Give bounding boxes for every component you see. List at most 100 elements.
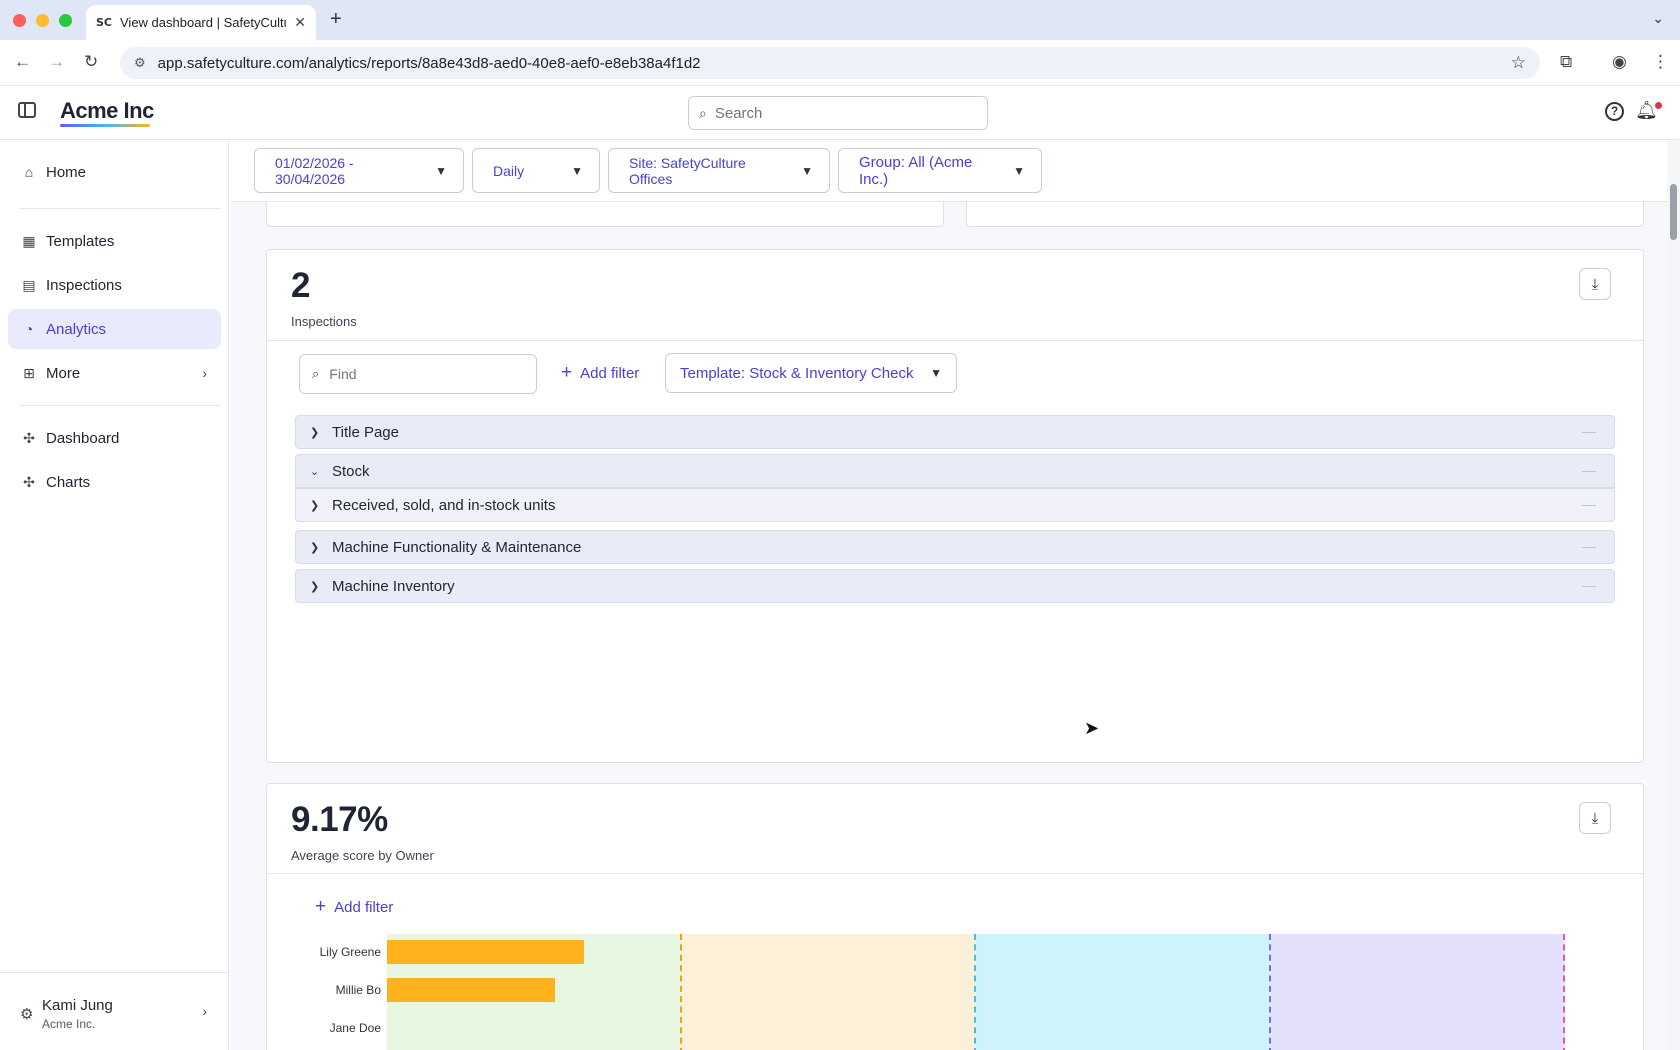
chevron-down-icon: ▼ bbox=[801, 163, 813, 178]
chart-band-1 bbox=[681, 934, 976, 1050]
sidebar-item-more[interactable]: ⊞ More › bbox=[8, 353, 221, 393]
chevron-right-icon: ❯ bbox=[310, 541, 320, 554]
average-score-card: 9.17% Average score by Owner ⤓ + Add fil… bbox=[266, 783, 1644, 1050]
section-value-dash bbox=[1582, 471, 1596, 472]
sidebar-divider bbox=[20, 405, 220, 406]
user-org: Acme Inc. bbox=[42, 1017, 96, 1031]
section-row-stock[interactable]: ⌄ Stock bbox=[295, 454, 1615, 488]
puzzle-icon: ✣ bbox=[23, 473, 35, 490]
site-value: Site: SafetyCulture Offices bbox=[629, 154, 746, 187]
help-icon[interactable]: ? bbox=[1605, 102, 1624, 121]
add-filter-button[interactable]: + Add filter bbox=[315, 896, 393, 918]
section-label: Title Page bbox=[332, 423, 399, 441]
profile-icon[interactable]: ◉ bbox=[1612, 52, 1627, 72]
url-field[interactable]: ⚙ app.safetyculture.com/analytics/report… bbox=[120, 47, 1540, 79]
user-name: Kami Jung bbox=[42, 997, 113, 1014]
section-value-dash bbox=[1582, 505, 1596, 506]
window-close-button[interactable] bbox=[13, 14, 26, 27]
section-row-title-page[interactable]: ❯ Title Page bbox=[295, 415, 1615, 449]
section-row-machine-functionality[interactable]: ❯ Machine Functionality & Maintenance bbox=[295, 530, 1615, 564]
chevron-down-icon: ▼ bbox=[435, 163, 447, 178]
window-minimize-button[interactable] bbox=[36, 14, 49, 27]
search-icon: ⌕ bbox=[312, 366, 320, 381]
sidebar-item-label: More bbox=[46, 364, 81, 382]
main-content: 01/02/2026 - 30/04/2026 ▼ Daily ▼ Site: … bbox=[230, 140, 1667, 1050]
inspections-icon: ▤ bbox=[22, 276, 36, 293]
chevron-right-icon: ❯ bbox=[310, 426, 320, 439]
add-filter-button[interactable]: + Add filter bbox=[561, 362, 639, 384]
chart-bar[interactable] bbox=[387, 940, 584, 964]
scrollbar-thumb[interactable] bbox=[1670, 184, 1677, 240]
sidebar-item-dashboard[interactable]: ✣ Dashboard bbox=[8, 418, 221, 458]
user-menu[interactable]: ⚙ Kami Jung Acme Inc. › bbox=[0, 972, 229, 1050]
site-filter[interactable]: Site: SafetyCulture Offices ▼ bbox=[608, 148, 830, 193]
back-arrow-icon[interactable]: ← bbox=[14, 52, 31, 72]
card-divider bbox=[267, 340, 1643, 341]
search-input[interactable] bbox=[714, 104, 955, 122]
chevron-right-icon: › bbox=[202, 365, 207, 381]
section-label: Received, sold, and in-stock units bbox=[332, 496, 556, 514]
browser-tab[interactable]: SC View dashboard | SafetyCultu ✕ bbox=[86, 5, 316, 40]
section-label: Machine Inventory bbox=[332, 577, 455, 595]
sidebar-item-charts[interactable]: ✣ Charts bbox=[8, 462, 221, 502]
plus-icon: + bbox=[561, 362, 573, 383]
site-settings-icon[interactable]: ⚙ bbox=[134, 55, 146, 71]
window-maximize-button[interactable] bbox=[59, 14, 72, 27]
section-row-received-sold[interactable]: ❯ Received, sold, and in-stock units bbox=[295, 488, 1615, 522]
inspections-count: 2 bbox=[291, 266, 310, 305]
chart-category-label: Lily Greene bbox=[319, 945, 381, 959]
global-search[interactable]: ⌕ bbox=[688, 96, 988, 130]
section-label: Machine Functionality & Maintenance bbox=[332, 538, 582, 556]
bookmark-star-icon[interactable]: ☆ bbox=[1511, 53, 1526, 73]
chart-band-2 bbox=[976, 934, 1271, 1050]
average-score-label: Average score by Owner bbox=[291, 848, 434, 863]
chart-plot-area bbox=[387, 934, 1565, 1050]
find-input[interactable] bbox=[329, 366, 520, 382]
tab-close-icon[interactable]: ✕ bbox=[294, 14, 306, 31]
tab-search-chevron-icon[interactable]: ⌄ bbox=[1652, 10, 1664, 27]
download-icon[interactable]: ⤓ bbox=[1579, 802, 1611, 834]
find-field[interactable]: ⌕ bbox=[299, 354, 537, 394]
template-filter-value: Template: Stock & Inventory Check bbox=[680, 364, 914, 382]
download-icon[interactable]: ⤓ bbox=[1579, 268, 1611, 300]
new-tab-icon[interactable]: + bbox=[330, 8, 342, 31]
sidebar-item-home[interactable]: ⌂ Home bbox=[8, 152, 221, 192]
url-text: app.safetyculture.com/analytics/reports/… bbox=[157, 54, 701, 72]
sidebar: ⌂ Home ▦ Templates ▤ Inspections ◔ Analy… bbox=[0, 140, 229, 1050]
date-range-value: 01/02/2026 - 30/04/2026 bbox=[275, 154, 354, 187]
app-header: Acme Inc ⌕ ? 🔔︎ bbox=[0, 86, 1680, 140]
sidebar-item-analytics[interactable]: ◔ Analytics bbox=[8, 309, 221, 349]
dashboard-filter-bar: 01/02/2026 - 30/04/2026 ▼ Daily ▼ Site: … bbox=[230, 140, 1667, 202]
chart-bar[interactable] bbox=[387, 978, 556, 1002]
chevron-right-icon: ❯ bbox=[310, 499, 320, 512]
page-scrollbar[interactable] bbox=[1667, 140, 1680, 1050]
template-filter[interactable]: Template: Stock & Inventory Check ▼ bbox=[665, 353, 957, 393]
reload-icon[interactable]: ↻ bbox=[84, 52, 98, 72]
browser-address-bar: ← → ↻ ⚙ app.safetyculture.com/analytics/… bbox=[0, 40, 1680, 86]
interval-value: Daily bbox=[493, 162, 525, 179]
group-filter[interactable]: Group: All (Acme Inc.) ▼ bbox=[838, 148, 1042, 193]
sidebar-toggle-icon[interactable] bbox=[18, 102, 36, 118]
analytics-icon: ◔ bbox=[24, 321, 34, 337]
chevron-down-icon: ▼ bbox=[1013, 163, 1025, 178]
forward-arrow-icon[interactable]: → bbox=[48, 52, 65, 72]
brand-underline bbox=[60, 124, 150, 127]
grid-icon: ⊞ bbox=[23, 364, 35, 381]
sidebar-item-label: Charts bbox=[46, 473, 91, 491]
extensions-icon[interactable]: ⧉ bbox=[1560, 52, 1572, 72]
puzzle-icon: ✣ bbox=[23, 429, 35, 446]
settings-gear-icon: ⚙ bbox=[20, 1006, 34, 1023]
sidebar-divider bbox=[20, 208, 220, 209]
average-score-chart: Lily Greene Millie Bo Jane Doe bbox=[267, 934, 1645, 1050]
sidebar-item-inspections[interactable]: ▤ Inspections bbox=[8, 265, 221, 305]
section-row-machine-inventory[interactable]: ❯ Machine Inventory bbox=[295, 569, 1615, 603]
date-range-filter[interactable]: 01/02/2026 - 30/04/2026 ▼ bbox=[254, 148, 464, 193]
sidebar-item-label: Dashboard bbox=[46, 429, 120, 447]
browser-menu-icon[interactable]: ⋮ bbox=[1652, 52, 1669, 72]
chart-category-label: Jane Doe bbox=[329, 1021, 381, 1035]
brand-logo[interactable]: Acme Inc bbox=[60, 98, 154, 124]
sidebar-item-templates[interactable]: ▦ Templates bbox=[8, 221, 221, 261]
sidebar-item-label: Templates bbox=[46, 232, 115, 250]
tab-title: View dashboard | SafetyCultu bbox=[120, 15, 287, 30]
interval-filter[interactable]: Daily ▼ bbox=[472, 148, 600, 193]
